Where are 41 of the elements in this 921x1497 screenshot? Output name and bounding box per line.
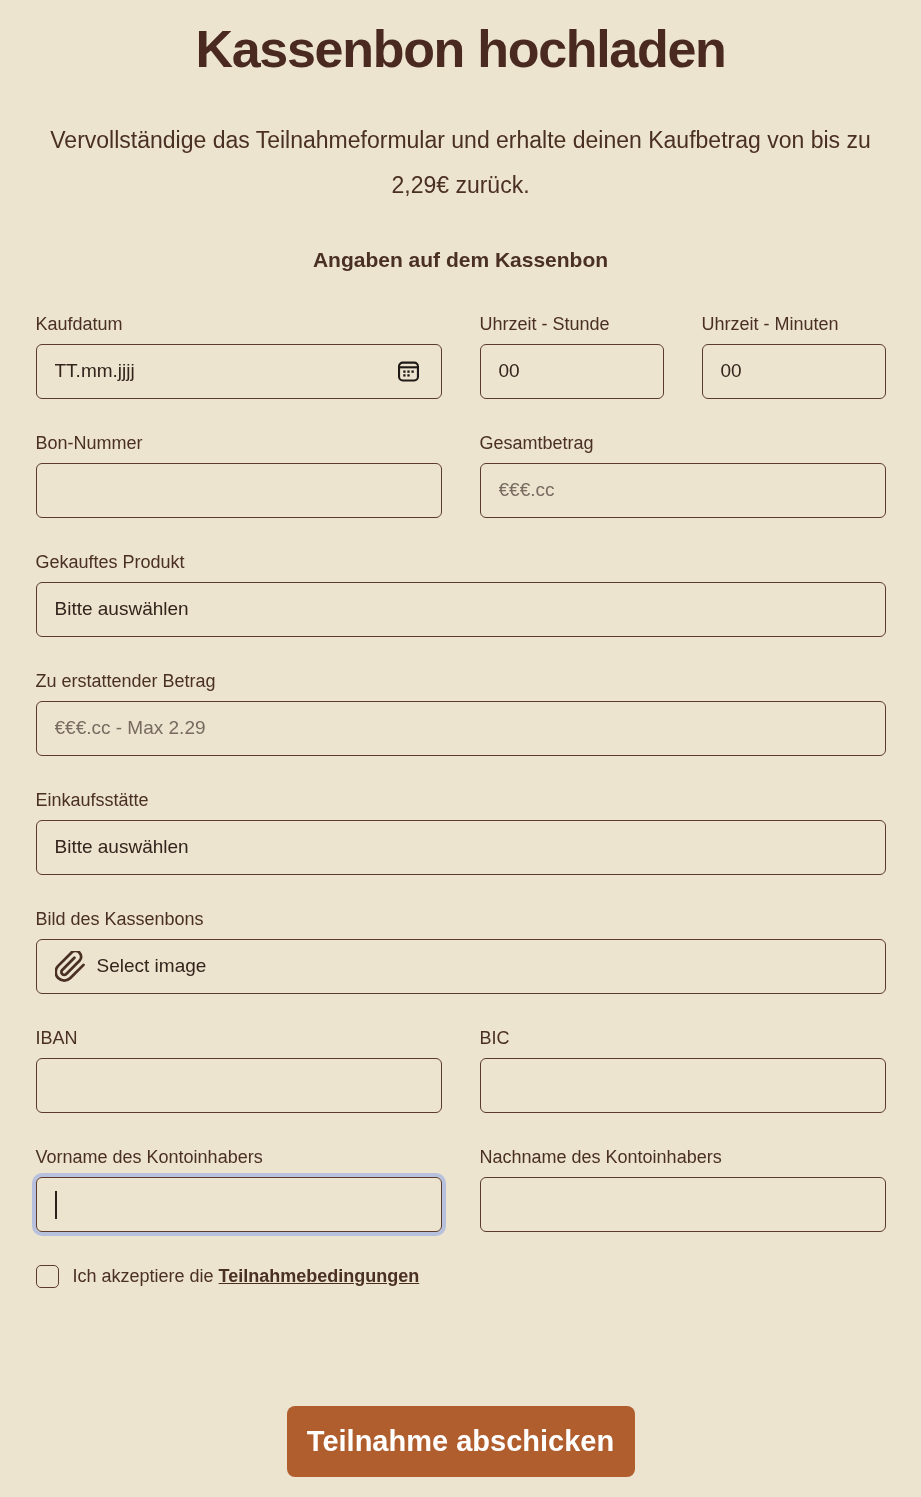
consent-checkbox[interactable]	[35, 1264, 59, 1288]
text-field[interactable]	[479, 1177, 886, 1232]
select-field[interactable]: Bitte auswählen	[35, 582, 886, 637]
text-field[interactable]	[35, 1058, 442, 1113]
paperclip-icon	[54, 951, 85, 982]
field-label: Nachname des Kontoinhabers	[479, 1146, 722, 1169]
field-label: Zu erstattender Betrag	[35, 670, 216, 693]
date-field[interactable]: TT.mm.jjjj	[35, 344, 442, 399]
text-input[interactable]: €€€.cc - Max 2.29	[54, 714, 863, 743]
text-input[interactable]: €€€.cc	[498, 476, 863, 505]
text-input[interactable]: 00	[720, 357, 863, 386]
field-label: Uhrzeit - Stunde	[479, 313, 610, 336]
field-label: Uhrzeit - Minuten	[701, 313, 839, 336]
text-input[interactable]: 00	[498, 357, 641, 386]
calendar-icon[interactable]	[397, 361, 419, 382]
text-field[interactable]	[35, 463, 442, 518]
text-cursor-icon	[54, 1190, 57, 1219]
file-upload-field[interactable]: Select image	[35, 939, 886, 994]
text-field[interactable]: 00	[479, 344, 664, 399]
submit-button[interactable]: Teilnahme abschicken	[286, 1406, 635, 1477]
select-field[interactable]: Bitte auswählen	[35, 820, 886, 875]
field-label: Gekauftes Produkt	[35, 551, 185, 574]
field-label: IBAN	[35, 1027, 78, 1050]
date-input[interactable]: TT.mm.jjjj	[54, 357, 386, 386]
field-label: Kaufdatum	[35, 313, 123, 336]
select-image-label[interactable]: Select image	[96, 952, 207, 981]
section-title: Angaben auf dem Kassenbon	[312, 247, 609, 273]
consent-text: Ich akzeptiere die Teilnahmebedingungen	[72, 1265, 420, 1288]
intro-text: Vervollständige das Teilnahmeformular und erhalte deinen Kaufbetrag von bis zu 2,29€ zurück.	[49, 126, 872, 200]
field-label: Bon-Nummer	[35, 432, 143, 455]
text-field[interactable]: €€€.cc	[479, 463, 886, 518]
text-field[interactable]	[479, 1058, 886, 1113]
field-label: Bild des Kassenbons	[35, 908, 204, 931]
field-label: Vorname des Kontoinhabers	[35, 1146, 263, 1169]
field-label: Einkaufsstätte	[35, 789, 149, 812]
field-label: Gesamtbetrag	[479, 432, 594, 455]
terms-link[interactable]: Teilnahmebedingungen	[218, 1266, 420, 1286]
text-field[interactable]: €€€.cc - Max 2.29	[35, 701, 886, 756]
page-title: Kassenbon hochladen	[195, 19, 726, 80]
text-field[interactable]: 00	[701, 344, 886, 399]
field-label: BIC	[479, 1027, 510, 1050]
